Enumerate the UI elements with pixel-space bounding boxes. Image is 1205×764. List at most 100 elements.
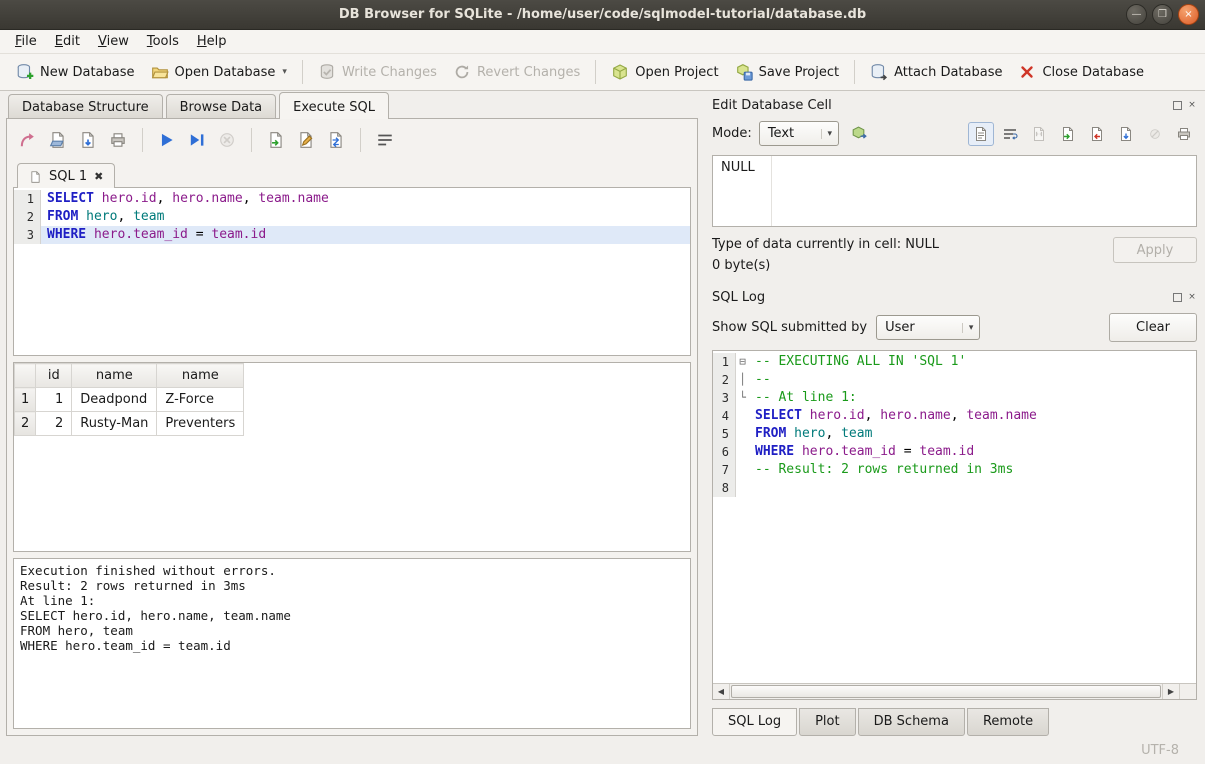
- clear-button[interactable]: Clear: [1109, 313, 1197, 342]
- line-number: 2: [713, 371, 736, 389]
- save-sql-file-button[interactable]: [75, 128, 101, 152]
- menu-file[interactable]: File: [6, 31, 46, 52]
- sql-log-editor[interactable]: 1⊟-- EXECUTING ALL IN 'SQL 1'2│--3└-- At…: [713, 351, 1196, 683]
- execute-all-icon: [158, 131, 176, 149]
- horizontal-scrollbar[interactable]: ◀ ▶: [713, 683, 1196, 699]
- json-mode-button[interactable]: [1026, 122, 1052, 146]
- print-button[interactable]: [105, 128, 131, 152]
- main-toolbar: New Database Open Database ▾ Write Chang…: [0, 54, 1205, 91]
- code-line[interactable]: 3WHERE hero.team_id = team.id: [14, 226, 690, 244]
- import-cell-button[interactable]: [1055, 122, 1081, 146]
- menu-view[interactable]: View: [89, 31, 138, 52]
- code-line[interactable]: 3└-- At line 1:: [713, 389, 1196, 407]
- new-database-button[interactable]: New Database: [8, 59, 143, 85]
- float-panel-icon[interactable]: [1173, 101, 1182, 110]
- tab-remote[interactable]: Remote: [967, 708, 1049, 736]
- close-panel-icon[interactable]: ×: [1187, 100, 1197, 110]
- code-line[interactable]: 1SELECT hero.id, hero.name, team.name: [14, 190, 690, 208]
- code-line[interactable]: 8: [713, 479, 1196, 497]
- find-replace-button[interactable]: [323, 128, 349, 152]
- tab-database-structure[interactable]: Database Structure: [8, 94, 163, 119]
- column-header[interactable]: name: [72, 364, 157, 388]
- tab-execute-sql[interactable]: Execute SQL: [279, 92, 389, 119]
- menu-tools[interactable]: Tools: [138, 31, 188, 52]
- open-sql-file-button[interactable]: [45, 128, 71, 152]
- tab-db-schema[interactable]: DB Schema: [858, 708, 965, 736]
- execute-line-button[interactable]: [184, 128, 210, 152]
- sql-log-filter-combobox[interactable]: User ▾: [876, 315, 980, 340]
- attach-database-icon: [870, 63, 888, 81]
- close-panel-icon[interactable]: ×: [1187, 292, 1197, 302]
- menu-edit[interactable]: Edit: [46, 31, 89, 52]
- scroll-left-icon[interactable]: ◀: [713, 684, 730, 699]
- save-as-icon: [297, 131, 315, 149]
- open-database-button[interactable]: Open Database ▾: [143, 59, 295, 85]
- tab-sql-log[interactable]: SQL Log: [712, 708, 797, 736]
- auto-detect-icon: [850, 125, 868, 143]
- new-database-label: New Database: [40, 65, 135, 80]
- export-cell-button[interactable]: [1084, 122, 1110, 146]
- open-project-label: Open Project: [635, 65, 718, 80]
- text-mode-button[interactable]: [968, 122, 994, 146]
- fold-marker-icon[interactable]: │: [736, 371, 749, 389]
- table-cell[interactable]: Rusty-Man: [72, 412, 157, 436]
- menu-help[interactable]: Help: [188, 31, 236, 52]
- code-line[interactable]: 6WHERE hero.team_id = team.id: [713, 443, 1196, 461]
- sql-log-title: SQL Log: [712, 290, 1168, 305]
- table-cell[interactable]: 2: [36, 412, 72, 436]
- attach-database-label: Attach Database: [894, 65, 1002, 80]
- auto-detect-button[interactable]: [846, 122, 872, 146]
- print-cell-button[interactable]: [1171, 122, 1197, 146]
- save-as-button[interactable]: [293, 128, 319, 152]
- sql-tab-close-icon[interactable]: ✖: [94, 170, 103, 183]
- print-icon: [109, 131, 127, 149]
- scroll-right-icon[interactable]: ▶: [1162, 684, 1179, 699]
- execute-all-button[interactable]: [154, 128, 180, 152]
- code-line[interactable]: 5FROM hero, team: [713, 425, 1196, 443]
- minimize-button[interactable]: —: [1126, 4, 1147, 25]
- open-tab-button[interactable]: [15, 128, 41, 152]
- table-cell[interactable]: 1: [36, 388, 72, 412]
- fold-marker-icon[interactable]: ⊟: [736, 353, 749, 371]
- tab-browse-data[interactable]: Browse Data: [166, 94, 277, 119]
- code-line[interactable]: 4SELECT hero.id, hero.name, team.name: [713, 407, 1196, 425]
- sql-tab-sql1[interactable]: SQL 1 ✖: [17, 163, 115, 188]
- toolbar-separator: [595, 60, 596, 84]
- panel-splitter[interactable]: [698, 91, 706, 736]
- float-panel-icon[interactable]: [1173, 293, 1182, 302]
- open-database-dropdown-icon[interactable]: ▾: [282, 67, 287, 77]
- code-line[interactable]: 7-- Result: 2 rows returned in 3ms: [713, 461, 1196, 479]
- code-line[interactable]: 2FROM hero, team: [14, 208, 690, 226]
- scrollbar-thumb[interactable]: [731, 685, 1161, 698]
- chevron-down-icon: ▾: [821, 129, 838, 139]
- sql-editor[interactable]: 1SELECT hero.id, hero.name, team.name2FR…: [13, 188, 691, 356]
- code-line[interactable]: 1⊟-- EXECUTING ALL IN 'SQL 1': [713, 353, 1196, 371]
- column-header[interactable]: name: [157, 364, 244, 388]
- table-row[interactable]: 22Rusty-ManPreventers: [15, 412, 244, 436]
- encoding-indicator[interactable]: UTF-8: [1141, 743, 1179, 758]
- line-number: 5: [713, 425, 736, 443]
- table-cell[interactable]: Z-Force: [157, 388, 244, 412]
- close-button[interactable]: ×: [1178, 4, 1199, 25]
- table-cell[interactable]: Preventers: [157, 412, 244, 436]
- close-database-button[interactable]: Close Database: [1010, 59, 1152, 85]
- titlebar[interactable]: DB Browser for SQLite - /home/user/code/…: [0, 0, 1205, 30]
- cell-editor[interactable]: NULL: [712, 155, 1197, 227]
- table-row[interactable]: 11DeadpondZ-Force: [15, 388, 244, 412]
- word-wrap-toggle-button[interactable]: [997, 122, 1023, 146]
- tab-plot[interactable]: Plot: [799, 708, 856, 736]
- code-line[interactable]: 2│--: [713, 371, 1196, 389]
- row-number[interactable]: 2: [15, 412, 36, 436]
- save-cell-button[interactable]: [1113, 122, 1139, 146]
- maximize-button[interactable]: ❒: [1152, 4, 1173, 25]
- column-header[interactable]: id: [36, 364, 72, 388]
- fold-marker-icon[interactable]: └: [736, 389, 749, 407]
- open-file-button[interactable]: [263, 128, 289, 152]
- open-project-button[interactable]: Open Project: [603, 59, 726, 85]
- attach-database-button[interactable]: Attach Database: [862, 59, 1010, 85]
- row-number[interactable]: 1: [15, 388, 36, 412]
- table-cell[interactable]: Deadpond: [72, 388, 157, 412]
- save-project-button[interactable]: Save Project: [727, 59, 848, 85]
- word-wrap-button[interactable]: [372, 128, 398, 152]
- mode-combobox[interactable]: Text ▾: [759, 121, 839, 146]
